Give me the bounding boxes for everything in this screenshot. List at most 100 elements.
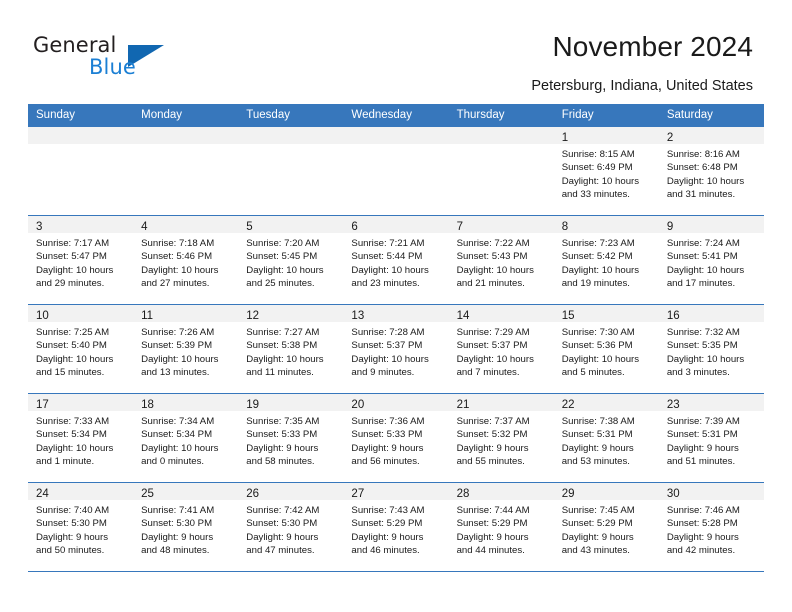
sunrise-time: Sunrise: 7:29 AM: [456, 327, 530, 338]
daylight-duration-line1: Daylight: 9 hours: [456, 442, 529, 454]
daylight-duration-line1: Daylight: 10 hours: [246, 264, 324, 276]
sunrise-time: Sunrise: 7:36 AM: [351, 416, 425, 427]
daylight-duration-line1: Daylight: 10 hours: [561, 264, 640, 276]
daylight-duration-line1: Daylight: 10 hours: [666, 353, 745, 365]
daylight-duration-line1: Daylight: 10 hours: [561, 175, 640, 187]
day-details: Sunrise: 7:46 AM Sunset: 5:28 PM Daylight:…: [659, 500, 764, 558]
calendar-day-cell-empty: [238, 127, 344, 216]
sunrise-time: Sunrise: 7:20 AM: [246, 238, 320, 249]
calendar-day-cell[interactable]: 14 Sunrise: 7:29 AM Sunset: 5:37 PM Dayligh…: [448, 304, 554, 394]
day-number: 13: [351, 310, 365, 322]
sunrise-time: Sunrise: 7:34 AM: [141, 416, 215, 427]
daylight-duration-line2: and 15 minutes.: [36, 367, 105, 379]
day-number-band: 9: [658, 216, 764, 233]
daylight-duration-line2: and 27 minutes.: [141, 278, 210, 290]
day-number-band: 25: [133, 483, 239, 500]
day-number-band: 26: [238, 483, 344, 500]
sunrise-time: Sunrise: 7:38 AM: [561, 416, 635, 427]
calendar-day-cell[interactable]: 19 Sunrise: 7:35 AM Sunset: 5:33 PM Dayligh…: [238, 393, 344, 483]
day-details: Sunrise: 7:26 AM Sunset: 5:39 PM Daylight:…: [133, 322, 238, 380]
calendar-day-cell[interactable]: 16 Sunrise: 7:32 AM Sunset: 5:35 PM Dayligh…: [658, 304, 764, 394]
day-number: 30: [666, 488, 680, 500]
calendar-container: Sunday Monday Tuesday Wednesday Thursday…: [28, 104, 764, 572]
sunset-time: Sunset: 5:43 PM: [456, 251, 528, 263]
calendar-day-cell[interactable]: 5 Sunrise: 7:20 AM Sunset: 5:45 PM Daylight…: [238, 215, 344, 305]
calendar-day-cell[interactable]: 28 Sunrise: 7:44 AM Sunset: 5:29 PM Dayligh…: [448, 482, 554, 572]
calendar-day-cell[interactable]: 3 Sunrise: 7:17 AM Sunset: 5:47 PM Daylight…: [28, 215, 134, 305]
calendar-day-cell[interactable]: 15 Sunrise: 7:30 AM Sunset: 5:36 PM Dayligh…: [553, 304, 659, 394]
daylight-duration-line1: Daylight: 10 hours: [141, 264, 219, 276]
calendar-day-cell[interactable]: 25 Sunrise: 7:41 AM Sunset: 5:30 PM Dayligh…: [133, 482, 239, 572]
daylight-duration-line1: Daylight: 9 hours: [351, 442, 424, 454]
sunset-time: Sunset: 5:31 PM: [561, 429, 633, 441]
calendar-day-cell[interactable]: 10 Sunrise: 7:25 AM Sunset: 5:40 PM Dayligh…: [28, 304, 134, 394]
day-number-band: [448, 127, 554, 144]
day-number-band: 21: [448, 394, 554, 411]
sunset-time: Sunset: 5:30 PM: [141, 518, 213, 530]
daylight-duration-line2: and 11 minutes.: [246, 367, 314, 379]
daylight-duration-line2: and 0 minutes.: [141, 456, 205, 468]
daylight-duration-line2: and 44 minutes.: [456, 545, 525, 557]
calendar-day-cell[interactable]: 6 Sunrise: 7:21 AM Sunset: 5:44 PM Daylight…: [343, 215, 449, 305]
sunset-time: Sunset: 5:41 PM: [666, 251, 738, 263]
calendar-day-cell[interactable]: 12 Sunrise: 7:27 AM Sunset: 5:38 PM Dayligh…: [238, 304, 344, 394]
daylight-duration-line2: and 43 minutes.: [561, 545, 630, 557]
sunrise-time: Sunrise: 7:46 AM: [666, 505, 740, 516]
day-number: 10: [36, 310, 49, 322]
sunset-time: Sunset: 5:29 PM: [561, 518, 633, 530]
calendar-day-cell[interactable]: 26 Sunrise: 7:42 AM Sunset: 5:30 PM Dayligh…: [238, 482, 344, 572]
calendar-day-cell[interactable]: 24 Sunrise: 7:40 AM Sunset: 5:30 PM Dayligh…: [28, 482, 134, 572]
day-details: Sunrise: 7:21 AM Sunset: 5:44 PM Daylight:…: [343, 233, 448, 291]
calendar-day-cell[interactable]: 11 Sunrise: 7:26 AM Sunset: 5:39 PM Dayligh…: [133, 304, 239, 394]
calendar-day-cell[interactable]: 9 Sunrise: 7:24 AM Sunset: 5:41 PM Daylight…: [658, 215, 764, 305]
sunset-time: Sunset: 5:39 PM: [141, 340, 213, 352]
calendar-day-cell[interactable]: 27 Sunrise: 7:43 AM Sunset: 5:29 PM Dayligh…: [343, 482, 449, 572]
day-number: 4: [141, 221, 148, 233]
calendar-header-row: Sunday Monday Tuesday Wednesday Thursday…: [28, 104, 764, 127]
sunrise-time: Sunrise: 7:21 AM: [351, 238, 425, 249]
calendar-day-cell[interactable]: 20 Sunrise: 7:36 AM Sunset: 5:33 PM Dayligh…: [343, 393, 449, 483]
calendar-day-cell[interactable]: 7 Sunrise: 7:22 AM Sunset: 5:43 PM Daylight…: [448, 215, 554, 305]
calendar-day-cell[interactable]: 4 Sunrise: 7:18 AM Sunset: 5:46 PM Daylight…: [133, 215, 239, 305]
calendar-day-cell[interactable]: 17 Sunrise: 7:33 AM Sunset: 5:34 PM Dayligh…: [28, 393, 134, 483]
sunrise-time: Sunrise: 7:22 AM: [456, 238, 530, 249]
day-details: Sunrise: 7:40 AM Sunset: 5:30 PM Daylight:…: [28, 500, 133, 558]
weekday-header-monday: Monday: [133, 104, 239, 127]
calendar-day-cell-empty: [133, 127, 239, 216]
daylight-duration-line1: Daylight: 10 hours: [246, 353, 324, 365]
page-title: November 2024: [552, 31, 753, 62]
calendar-day-cell[interactable]: 23 Sunrise: 7:39 AM Sunset: 5:31 PM Dayligh…: [658, 393, 764, 483]
day-details: Sunrise: 7:36 AM Sunset: 5:33 PM Daylight:…: [343, 411, 448, 469]
calendar-day-cell[interactable]: 29 Sunrise: 7:45 AM Sunset: 5:29 PM Dayligh…: [553, 482, 659, 572]
day-details: Sunrise: 7:43 AM Sunset: 5:29 PM Daylight:…: [343, 500, 448, 558]
day-number-band: 12: [238, 305, 344, 322]
sunset-time: Sunset: 5:32 PM: [456, 429, 528, 441]
day-number: 12: [246, 310, 260, 322]
sunset-time: Sunset: 5:37 PM: [351, 340, 423, 352]
calendar-day-cell[interactable]: 8 Sunrise: 7:23 AM Sunset: 5:42 PM Daylight…: [553, 215, 659, 305]
day-number: 8: [561, 221, 569, 233]
day-details: Sunrise: 7:33 AM Sunset: 5:34 PM Daylight:…: [28, 411, 133, 469]
daylight-duration-line2: and 17 minutes.: [666, 278, 736, 290]
sunset-time: Sunset: 5:40 PM: [36, 340, 107, 352]
weekday-header-saturday: Saturday: [658, 104, 764, 127]
daylight-duration-line1: Daylight: 10 hours: [141, 442, 219, 454]
sunrise-time: Sunrise: 7:18 AM: [141, 238, 215, 249]
calendar-day-cell[interactable]: 2 Sunrise: 8:16 AM Sunset: 6:48 PM Daylight…: [658, 127, 764, 216]
calendar-day-cell[interactable]: 18 Sunrise: 7:34 AM Sunset: 5:34 PM Dayligh…: [133, 393, 239, 483]
daylight-duration-line2: and 42 minutes.: [666, 545, 736, 557]
daylight-duration-line2: and 9 minutes.: [351, 367, 415, 379]
calendar-day-cell[interactable]: 21 Sunrise: 7:37 AM Sunset: 5:32 PM Dayligh…: [448, 393, 554, 483]
calendar-day-cell[interactable]: 1 Sunrise: 8:15 AM Sunset: 6:49 PM Daylight…: [553, 127, 659, 216]
calendar-day-cell[interactable]: 22 Sunrise: 7:38 AM Sunset: 5:31 PM Dayligh…: [553, 393, 659, 483]
sunrise-time: Sunrise: 7:30 AM: [561, 327, 635, 338]
day-details: Sunrise: 7:37 AM Sunset: 5:32 PM Daylight:…: [449, 411, 554, 469]
day-number-band: [343, 127, 449, 144]
calendar-day-cell[interactable]: 30 Sunrise: 7:46 AM Sunset: 5:28 PM Dayligh…: [658, 482, 764, 572]
sunset-time: Sunset: 5:38 PM: [246, 340, 318, 352]
daylight-duration-line1: Daylight: 9 hours: [246, 442, 319, 454]
day-number-band: 30: [658, 483, 764, 500]
daylight-duration-line1: Daylight: 9 hours: [456, 531, 529, 543]
calendar-day-cell[interactable]: 13 Sunrise: 7:28 AM Sunset: 5:37 PM Dayligh…: [343, 304, 449, 394]
calendar-week-row: 24 Sunrise: 7:40 AM Sunset: 5:30 PM Dayligh…: [28, 482, 764, 572]
